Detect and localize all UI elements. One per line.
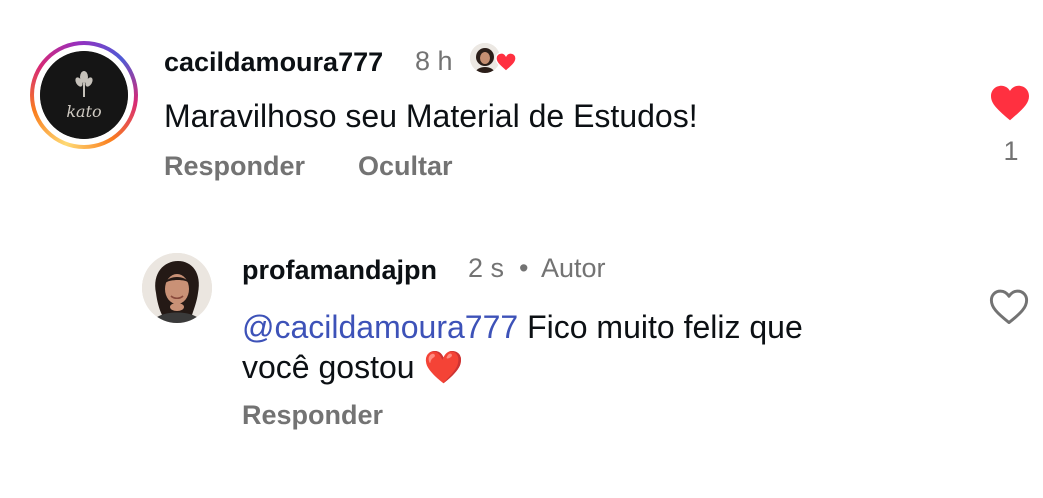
comment-time: 8 h bbox=[415, 46, 453, 76]
heart-emoji: ❤️ bbox=[423, 349, 464, 385]
avatar-frame: kato bbox=[34, 45, 134, 145]
like-count[interactable]: 1 bbox=[1000, 136, 1022, 167]
comment-text: Maravilhoso seu Material de Estudos! bbox=[164, 98, 698, 134]
reply-username[interactable]: profamandajpn bbox=[242, 255, 437, 286]
reply-time: 2 s bbox=[468, 253, 505, 283]
avatar[interactable]: kato bbox=[40, 51, 128, 139]
dot-separator: • bbox=[519, 253, 529, 283]
heart-badge-icon bbox=[495, 52, 517, 72]
mention-link[interactable]: @cacildamoura777 bbox=[242, 309, 518, 345]
profile-photo-icon bbox=[142, 253, 212, 323]
reply-text: Fico muito feliz que bbox=[518, 309, 803, 345]
comment-username[interactable]: cacildamoura777 bbox=[164, 47, 383, 78]
author-badge: Autor bbox=[541, 253, 606, 283]
like-button-outline-heart-icon[interactable] bbox=[988, 288, 1030, 326]
hide-button[interactable]: Ocultar bbox=[358, 151, 453, 182]
logo-avatar-icon: kato bbox=[40, 51, 128, 139]
avatar[interactable] bbox=[142, 253, 212, 323]
reply-text-continued: você gostou bbox=[242, 349, 415, 385]
svg-text:kato: kato bbox=[66, 102, 101, 121]
reply-text-line-2: você gostou ❤️ bbox=[242, 346, 463, 388]
like-button-filled-heart-icon[interactable] bbox=[989, 84, 1031, 122]
story-ring[interactable]: kato bbox=[30, 41, 138, 149]
reply-button[interactable]: Responder bbox=[164, 151, 305, 182]
reply-text-line-1: @cacildamoura777 Fico muito feliz que bbox=[242, 306, 803, 348]
liked-by-author-indicator bbox=[470, 43, 526, 79]
reply-button[interactable]: Responder bbox=[242, 400, 383, 431]
